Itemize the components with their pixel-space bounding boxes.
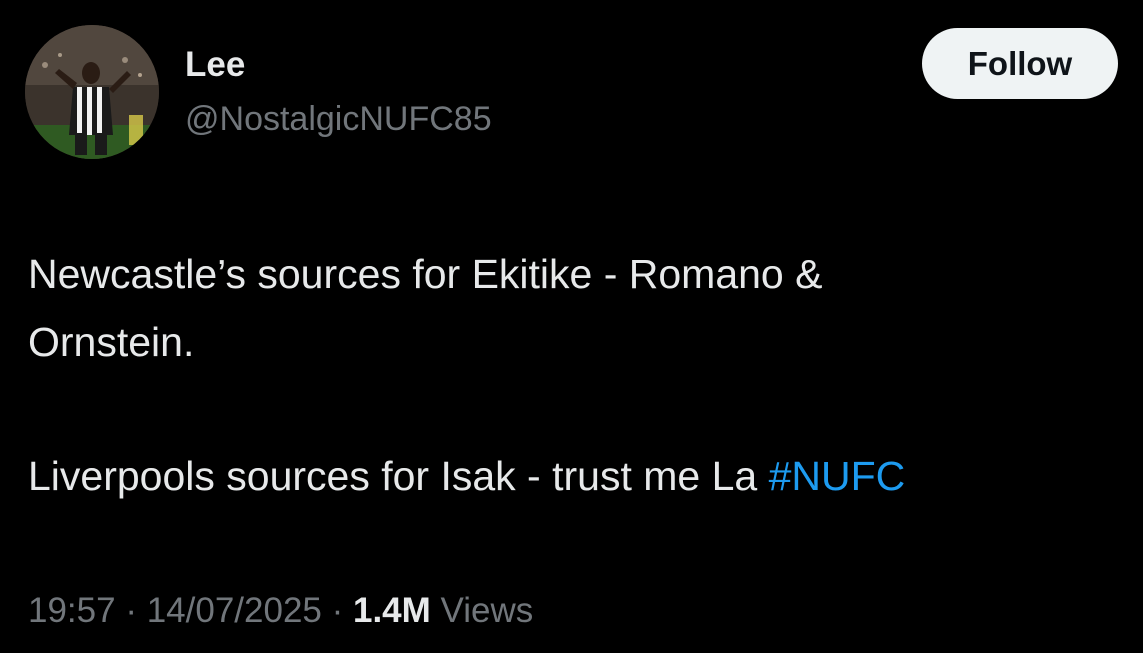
- author-handle[interactable]: @NostalgicNUFC85: [185, 98, 492, 140]
- tweet-time[interactable]: 19:57: [28, 591, 116, 630]
- tweet-text-line: Ornstein.: [28, 319, 195, 365]
- tweet-text-segment: Liverpools sources for Isak - trust me L…: [28, 453, 769, 499]
- follow-button[interactable]: Follow: [922, 28, 1118, 99]
- meta-separator: ·: [115, 591, 147, 630]
- views-label: Views: [430, 591, 534, 630]
- author-display-name[interactable]: Lee: [185, 44, 245, 86]
- tweet-card: Lee @NostalgicNUFC85 Follow Newcastle’s …: [0, 0, 1143, 653]
- avatar-image: [25, 25, 159, 159]
- meta-separator: ·: [321, 591, 353, 630]
- tweet-text: Newcastle’s sources for Ekitike - Romano…: [28, 240, 1128, 510]
- views-count[interactable]: 1.4M: [353, 591, 431, 630]
- avatar[interactable]: [25, 25, 159, 159]
- tweet-text-line: Newcastle’s sources for Ekitike - Romano…: [28, 251, 823, 297]
- tweet-text-line: Liverpools sources for Isak - trust me L…: [28, 442, 1128, 510]
- hashtag-link[interactable]: #NUFC: [769, 453, 906, 499]
- tweet-meta: 19:57 · 14/07/2025 · 1.4M Views: [28, 588, 533, 634]
- tweet-date[interactable]: 14/07/2025: [147, 591, 322, 630]
